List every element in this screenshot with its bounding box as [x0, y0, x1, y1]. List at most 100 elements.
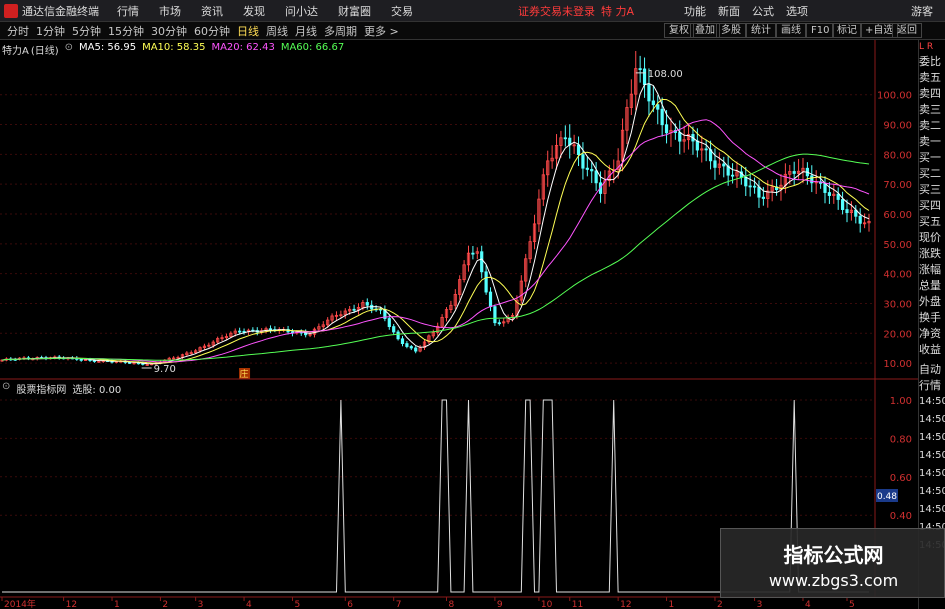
- candle-body: [660, 108, 664, 126]
- candle-body: [744, 176, 748, 187]
- panel-time: 14:50: [919, 414, 945, 425]
- panel-item: 外盘: [919, 295, 941, 308]
- panel-item: 收益: [919, 343, 941, 356]
- candle-body: [845, 209, 849, 214]
- time-tick-label: 2: [717, 600, 723, 609]
- candle-body: [581, 154, 585, 169]
- legend-settings-icon[interactable]: ⊙: [65, 42, 73, 57]
- low-price-label: 9.70: [154, 364, 176, 375]
- candle-body: [414, 347, 418, 352]
- candle-body: [647, 84, 651, 102]
- panel-item: 委比: [919, 55, 941, 68]
- candle-body: [761, 196, 765, 199]
- watermark-title: 指标公式网: [783, 543, 884, 567]
- panel-item: 买一: [919, 151, 941, 164]
- candle-body: [748, 185, 752, 188]
- kline-chart[interactable]: 108.009.70庄 100.0090.0080.0070.0060.0050…: [0, 0, 945, 609]
- price-tick-label: 80.00: [883, 150, 912, 161]
- candle-body: [827, 192, 831, 196]
- candle-body: [722, 163, 726, 167]
- panel-item: 买二: [919, 167, 941, 180]
- quote-side-panel: L R 委比 卖五 卖四 卖三 卖二 卖一 买一 买二 买三 买四 买五 现价 涨跌 涨幅 总量 外盘 换手 净资…: [918, 40, 945, 609]
- ma5-line: [1, 82, 870, 365]
- chart-legend: 特力A (日线) ⊙ MA5: 56.95 MA10: 58.35 MA20: …: [2, 42, 344, 57]
- candle-body: [563, 137, 567, 140]
- time-tick-label: 9: [497, 600, 503, 609]
- time-tick-label: 4: [805, 600, 811, 609]
- candle-body: [730, 174, 735, 177]
- candle-body: [858, 215, 862, 224]
- indicator-legend: ⊙ 股票指标网 选股: 0.00: [2, 381, 121, 396]
- time-tick-label: 5: [294, 600, 300, 609]
- high-price-label: 108.00: [648, 69, 683, 80]
- candle-body: [352, 308, 356, 311]
- candle-body: [757, 186, 761, 198]
- panel-item: 卖三: [919, 103, 941, 116]
- legend-ma60: MA60: 66.67: [280, 42, 345, 53]
- ma60-line: [1, 153, 870, 361]
- time-tick-label: 4: [246, 600, 252, 609]
- panel-item: 涨跌: [919, 247, 941, 260]
- candle-body: [656, 104, 660, 110]
- panel-toggle-icon[interactable]: L R: [919, 40, 945, 54]
- legend-ma5: MA5: 56.95: [79, 42, 137, 53]
- time-tick-label: 12: [620, 600, 631, 609]
- indicator-tick-label: 0.80: [890, 434, 912, 445]
- panel-bottom-item[interactable]: 自动: [919, 362, 945, 378]
- candle-body: [576, 144, 581, 156]
- price-tick-label: 30.00: [883, 299, 912, 310]
- time-tick-label: 5: [849, 600, 855, 609]
- watermark-url: www.zbgs3.com: [768, 571, 899, 590]
- candle-body: [823, 182, 827, 193]
- indicator-settings-icon[interactable]: ⊙: [2, 381, 10, 396]
- indicator-tick-label: 0.40: [890, 511, 912, 522]
- candle-body: [695, 140, 699, 151]
- candle-body: [678, 132, 682, 142]
- candle-body: [396, 331, 400, 340]
- indicator-value: 选股: 0.00: [72, 385, 122, 396]
- time-tick-label: 1: [669, 600, 675, 609]
- candle-body: [638, 68, 642, 70]
- price-tick-label: 60.00: [883, 210, 912, 221]
- price-tick-label: 100.00: [877, 91, 912, 102]
- candle-body: [713, 160, 717, 168]
- candle-body: [268, 328, 273, 331]
- candle-body: [594, 170, 598, 184]
- indicator-marker-label: 0.48: [877, 492, 897, 502]
- legend-ma20: MA20: 62.43: [211, 42, 275, 53]
- ma10-line: [1, 98, 870, 364]
- candle-body: [752, 185, 757, 188]
- candle-body: [585, 167, 589, 170]
- candle-body: [471, 252, 475, 255]
- time-tick-label: 7: [396, 600, 402, 609]
- watermark-banner: 指标公式网 www.zbgs3.com: [720, 528, 945, 598]
- candle-body: [840, 199, 845, 210]
- price-tick-label: 70.00: [883, 180, 912, 191]
- panel-bottom-item[interactable]: 行情: [919, 378, 945, 394]
- candle-body: [590, 169, 594, 172]
- legend-ma10: MA10: 58.35: [142, 42, 206, 53]
- time-tick-label: 6: [347, 600, 353, 609]
- time-tick-label: 11: [572, 600, 583, 609]
- price-tick-label: 40.00: [883, 270, 912, 281]
- legend-stock-name: 特力A: [2, 46, 29, 57]
- price-tick-label: 20.00: [883, 329, 912, 340]
- candle-body: [484, 271, 488, 293]
- panel-item: 买三: [919, 183, 941, 196]
- candle-body: [128, 362, 132, 364]
- price-tick-label: 50.00: [883, 240, 912, 251]
- candle-body: [836, 193, 840, 200]
- panel-item: 涨幅: [919, 263, 941, 276]
- panel-time: 14:50: [919, 396, 945, 407]
- candle-body: [365, 302, 369, 306]
- time-tick-label: 10: [541, 600, 553, 609]
- event-badge-label: 庄: [240, 368, 249, 380]
- time-tick-label: 12: [66, 600, 77, 609]
- indicator-tick-label: 0.60: [890, 473, 912, 484]
- indicator-name: 股票指标网: [16, 385, 67, 396]
- candle-body: [480, 251, 484, 273]
- panel-item: 买四: [919, 199, 941, 212]
- panel-item: 卖二: [919, 119, 941, 132]
- panel-item: 买五: [919, 215, 941, 228]
- panel-time: 14:50: [919, 504, 945, 515]
